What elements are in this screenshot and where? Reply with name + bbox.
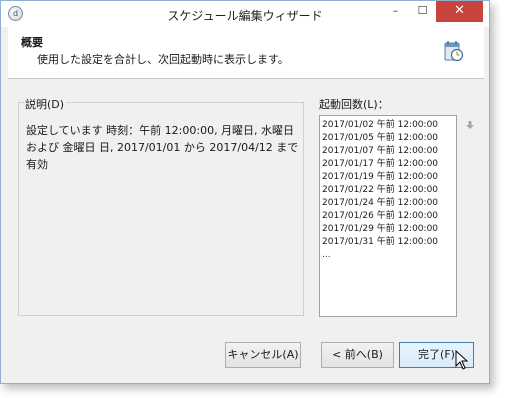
minimize-button[interactable]: –	[382, 1, 409, 22]
list-item[interactable]: 2017/01/07 午前 12:00:00	[322, 145, 456, 158]
list-item[interactable]: 2017/01/29 午前 12:00:00	[322, 223, 456, 236]
list-item[interactable]: 2017/01/31 午前 12:00:00	[322, 236, 456, 249]
list-item[interactable]: 2017/01/05 午前 12:00:00	[322, 132, 456, 145]
description-label: 説明(D)	[25, 98, 65, 111]
wizard-window: d スケジュール編集ウィザード – ☐ ✕ 概要 使用した設定を合計し、次回起動…	[0, 0, 490, 384]
wizard-header: 概要 使用した設定を合計し、次回起動時に表示します。	[8, 27, 484, 79]
list-item[interactable]: 2017/01/24 午前 12:00:00	[322, 197, 456, 210]
runs-list[interactable]: 2017/01/02 午前 12:00:00 2017/01/05 午前 12:…	[319, 115, 457, 317]
list-item[interactable]: 2017/01/19 午前 12:00:00	[322, 171, 456, 184]
maximize-button[interactable]: ☐	[409, 1, 436, 22]
list-item[interactable]: ...	[322, 249, 456, 262]
list-item[interactable]: 2017/01/22 午前 12:00:00	[322, 184, 456, 197]
description-text: 設定しています 時刻：午前 12:00:00, 月曜日, 水曜日 および 金曜日…	[26, 124, 299, 171]
mouse-pointer-icon	[455, 350, 469, 370]
runs-label: 起動回数(L)：	[319, 98, 389, 111]
list-item[interactable]: 2017/01/02 午前 12:00:00	[322, 119, 456, 132]
back-button[interactable]: < 前へ(B)	[321, 342, 394, 368]
page-title: 概要	[21, 36, 43, 49]
schedule-clock-icon	[444, 41, 464, 62]
arrow-down-icon[interactable]	[466, 121, 474, 129]
title-bar[interactable]: d スケジュール編集ウィザード – ☐ ✕	[1, 1, 489, 27]
list-item[interactable]: 2017/01/17 午前 12:00:00	[322, 158, 456, 171]
cancel-button[interactable]: キャンセル(A)	[225, 342, 301, 368]
close-button[interactable]: ✕	[436, 1, 483, 22]
list-item[interactable]: 2017/01/26 午前 12:00:00	[322, 210, 456, 223]
page-subtitle: 使用した設定を合計し、次回起動時に表示します。	[37, 53, 289, 66]
